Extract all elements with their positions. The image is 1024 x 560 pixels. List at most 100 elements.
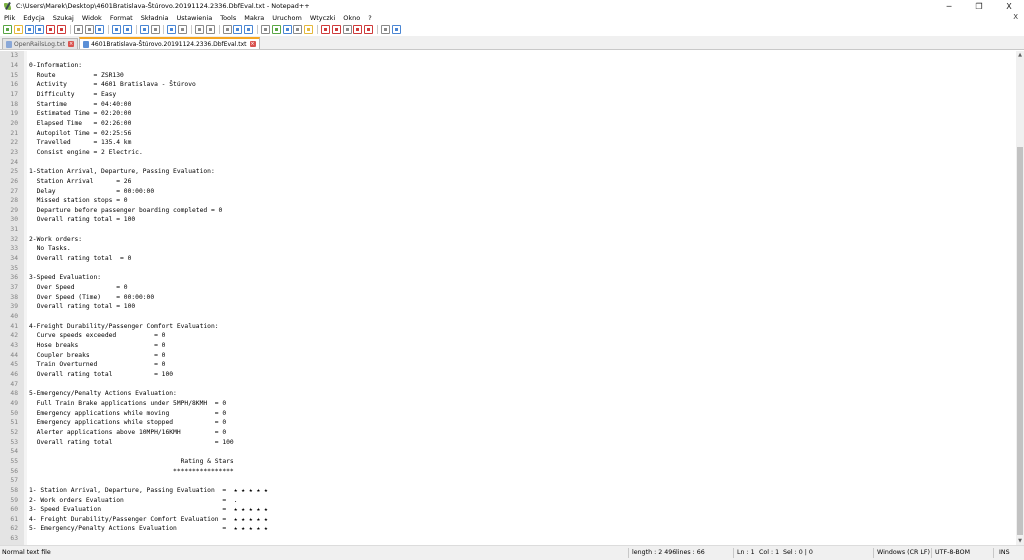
scroll-down-icon[interactable]: ▼ [1016, 537, 1024, 545]
menu-okno[interactable]: Okno [343, 14, 360, 22]
editor-line[interactable]: 46 Overall rating total = 100 [0, 370, 1016, 380]
editor-line[interactable]: 28 Missed station stops = 0 [0, 196, 1016, 206]
menu-wtyczki[interactable]: Wtyczki [310, 14, 335, 22]
editor-line[interactable]: 33 No Tasks. [0, 244, 1016, 254]
menu-skladnia[interactable]: Składnia [141, 14, 169, 22]
editor-line[interactable]: 31 [0, 225, 1016, 235]
indent-guide-icon[interactable] [260, 24, 270, 34]
editor-line[interactable]: 58 1- Station Arrival, Departure, Passing… [0, 486, 1016, 496]
editor-line[interactable]: 21 Autopilot Time = 02:25:56 [0, 128, 1016, 138]
editor-line[interactable]: 59 2- Work orders Evaluation = . [0, 495, 1016, 505]
editor-line[interactable]: 38 Over Speed (Time) = 00:00:00 [0, 292, 1016, 302]
doc-map-icon[interactable] [282, 24, 292, 34]
editor-line[interactable]: 54 [0, 447, 1016, 457]
open-file-icon[interactable] [13, 24, 23, 34]
editor-line[interactable]: 34 Overall rating total = 0 [0, 254, 1016, 264]
editor-line[interactable]: 39 Overall rating total = 100 [0, 302, 1016, 312]
sync-horizontal-icon[interactable] [222, 24, 232, 34]
editor-line[interactable]: 50 Emergency applications while moving =… [0, 408, 1016, 418]
editor-line[interactable]: 62 5- Emergency/Penalty Actions Evaluatio… [0, 524, 1016, 534]
editor-line[interactable]: 26 Station Arrival = 26 [0, 177, 1016, 187]
editor-line[interactable]: 40 [0, 312, 1016, 322]
find-icon[interactable] [150, 24, 160, 34]
editor-line[interactable]: 19 Estimated Time = 02:20:00 [0, 109, 1016, 119]
editor-line[interactable]: 57 [0, 476, 1016, 486]
monitoring-icon[interactable] [320, 24, 330, 34]
editor-line[interactable]: 45 Train Overturned = 0 [0, 360, 1016, 370]
show-all-chars-icon[interactable] [244, 24, 254, 34]
save-icon[interactable] [24, 24, 34, 34]
editor-line[interactable]: 27 Delay = 00:00:00 [0, 186, 1016, 196]
menu-tools[interactable]: Tools [220, 14, 236, 22]
editor-line[interactable]: 35 [0, 263, 1016, 273]
record-macro-icon[interactable] [331, 24, 341, 34]
function-list-icon[interactable] [293, 24, 303, 34]
text-editor[interactable]: 13 14 0-Information: 15 Route = ZSR130 16 Ac… [0, 51, 1016, 545]
menu-ustawienia[interactable]: Ustawienia [177, 14, 213, 22]
editor-line[interactable]: 30 Overall rating total = 100 [0, 215, 1016, 225]
editor-line[interactable]: 22 Travelled = 135.4 km [0, 138, 1016, 148]
tab-close-icon[interactable]: × [68, 41, 75, 47]
play-macro-icon[interactable] [353, 24, 363, 34]
editor-line[interactable]: 55 Rating & Stars [0, 457, 1016, 467]
editor-line[interactable]: 44 Coupler breaks = 0 [0, 350, 1016, 360]
menu-uruchom[interactable]: Uruchom [272, 14, 302, 22]
editor-line[interactable]: 32 2-Work orders: [0, 234, 1016, 244]
editor-line[interactable]: 24 [0, 157, 1016, 167]
editor-line[interactable]: 36 3-Speed Evaluation: [0, 273, 1016, 283]
tab-openrailslog[interactable]: OpenRailsLog.txt × [2, 38, 79, 49]
maximize-button[interactable]: ❐ [964, 0, 994, 12]
editor-line[interactable]: 29 Departure before passenger boarding c… [0, 206, 1016, 216]
stop-macro-icon[interactable] [342, 24, 352, 34]
undo-icon[interactable] [122, 24, 132, 34]
run-macro-multiple-icon[interactable] [364, 24, 374, 34]
editor-line[interactable]: 52 Alerter applications above 10MPH/16KM… [0, 428, 1016, 438]
editor-line[interactable]: 48 5-Emergency/Penalty Actions Evaluation… [0, 389, 1016, 399]
editor-line[interactable]: 16 Activity = 4601 Bratislava - Štúrovo [0, 80, 1016, 90]
menu-szukaj[interactable]: Szukaj [53, 14, 74, 22]
scrollbar-thumb[interactable] [1017, 147, 1023, 535]
editor-line[interactable]: 42 Curve speeds exceeded = 0 [0, 331, 1016, 341]
close-file-icon[interactable] [46, 24, 56, 34]
scroll-up-icon[interactable]: ▲ [1016, 51, 1024, 59]
print-icon[interactable] [73, 24, 83, 34]
minimize-button[interactable]: ─ [934, 0, 964, 12]
menu-plik[interactable]: Plik [4, 14, 15, 22]
editor-line[interactable]: 47 [0, 379, 1016, 389]
menu-edycja[interactable]: Edycja [23, 14, 44, 22]
editor-line[interactable]: 25 1-Station Arrival, Departure, Passing … [0, 167, 1016, 177]
editor-line[interactable]: 17 Difficulty = Easy [0, 90, 1016, 100]
editor-content[interactable]: 13 14 0-Information: 15 Route = ZSR130 16 Ac… [0, 51, 1016, 543]
editor-line[interactable]: 53 Overall rating total = 100 [0, 437, 1016, 447]
zoom-in-icon[interactable] [178, 24, 188, 34]
editor-line[interactable]: 60 3- Speed Evaluation = ★ ★ ★ ★ ★ [0, 505, 1016, 515]
close-document-button[interactable]: X [1013, 12, 1018, 23]
paste-icon[interactable] [112, 24, 122, 34]
editor-line[interactable]: 41 4-Freight Durability/Passenger Comfort… [0, 321, 1016, 331]
editor-line[interactable]: 49 Full Train Brake applications under 5… [0, 399, 1016, 409]
tab-close-icon[interactable]: × [249, 41, 256, 47]
close-button[interactable]: X [994, 0, 1024, 12]
save-all-icon[interactable] [35, 24, 45, 34]
menu-makra[interactable]: Makra [244, 14, 264, 22]
editor-line[interactable]: 37 Over Speed = 0 [0, 283, 1016, 293]
editor-line[interactable]: 23 Consist engine = 2 Electric. [0, 148, 1016, 158]
editor-line[interactable]: 13 [0, 51, 1016, 61]
editor-line[interactable]: 15 Route = ZSR130 [0, 70, 1016, 80]
editor-line[interactable]: 14 0-Information: [0, 61, 1016, 71]
editor-line[interactable]: 20 Elapsed Time = 02:26:00 [0, 119, 1016, 129]
menu-format[interactable]: Format [110, 14, 133, 22]
save-macro-icon[interactable] [380, 24, 390, 34]
editor-line[interactable]: 56 **************** [0, 466, 1016, 476]
zoom-out-icon[interactable] [194, 24, 204, 34]
redo-icon[interactable] [139, 24, 149, 34]
new-file-icon[interactable] [3, 24, 12, 34]
vertical-scrollbar[interactable]: ▲ ▼ [1016, 51, 1024, 545]
editor-line[interactable]: 63 [0, 534, 1016, 544]
editor-line[interactable]: 18 Startime = 04:40:00 [0, 99, 1016, 109]
user-language-icon[interactable] [271, 24, 281, 34]
copy-icon[interactable] [95, 24, 105, 34]
editor-line[interactable]: 51 Emergency applications while stopped … [0, 418, 1016, 428]
spell-check-icon[interactable] [391, 24, 401, 34]
tab-dbfeval[interactable]: 4601Bratislava-Štúrovo.20191124.2336.Dbf… [79, 37, 260, 49]
